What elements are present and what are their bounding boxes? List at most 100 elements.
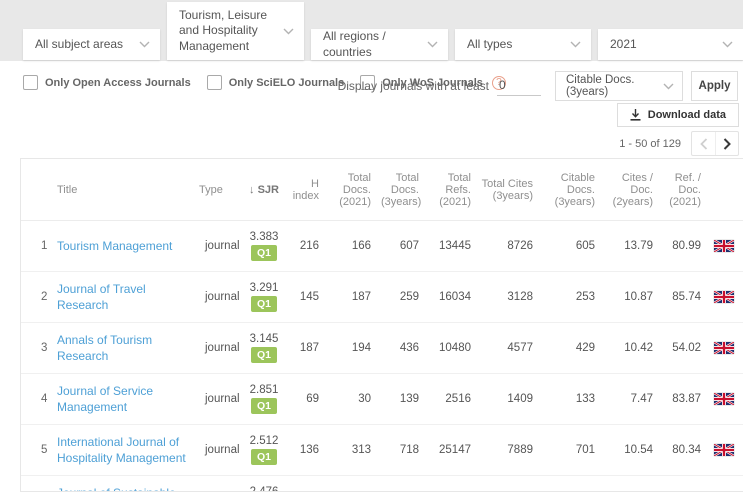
- metric-dropdown-value: Citable Docs. (3years): [566, 74, 635, 98]
- apply-button[interactable]: Apply: [691, 71, 738, 101]
- download-data-button[interactable]: Download data: [616, 103, 739, 127]
- previous-page-button[interactable]: [692, 132, 715, 155]
- sjr-value: 3.291: [249, 282, 279, 294]
- country-flag-uk-icon: [713, 392, 734, 405]
- checkbox-label: Only Open Access Journals: [45, 76, 191, 89]
- country-flag-cell: [711, 424, 743, 476]
- journal-title-cell: Annals of Tourism Research: [55, 322, 197, 374]
- checkbox-box[interactable]: [206, 75, 222, 90]
- chevron-down-icon: [427, 41, 438, 48]
- subject-category-dropdown[interactable]: Tourism, Leisure and Hospitality Managem…: [167, 2, 304, 60]
- citable-docs-3years-cell: 429: [543, 322, 605, 374]
- journal-title-link[interactable]: Annals of Tourism Research: [57, 332, 187, 364]
- rank-cell: 5: [21, 424, 55, 476]
- table-row: 3 Annals of Tourism Research journal 3.1…: [21, 322, 743, 374]
- min-docs-input[interactable]: [497, 76, 541, 96]
- total-docs-3years-cell: 139: [381, 373, 429, 425]
- sjr-value: 3.145: [249, 333, 279, 345]
- filter-bar: All subject areas Tourism, Leisure and H…: [0, 0, 743, 61]
- type-cell: journal: [197, 424, 243, 476]
- country-flag-cell: [711, 220, 743, 272]
- table-row: 1 Tourism Management journal 3.383 Q1 21…: [21, 220, 743, 272]
- type-dropdown[interactable]: All types: [455, 29, 591, 60]
- sjr-cell: 3.145 Q1: [243, 322, 289, 374]
- rank-cell: 1: [21, 220, 55, 272]
- column-header-total_docs_3y[interactable]: Total Docs. (3years): [381, 159, 429, 221]
- total-cites-3years-cell: 3128: [481, 271, 543, 323]
- total-docs-2021-cell: 313: [329, 424, 381, 476]
- refs-per-doc-2021-cell: 80.34: [663, 424, 711, 476]
- citable-docs-3years-cell: 133: [543, 373, 605, 425]
- journal-title-cell: International Journal of Hospitality Man…: [55, 424, 197, 476]
- refs-per-doc-2021-cell: 80.99: [663, 220, 711, 272]
- metric-dropdown[interactable]: Citable Docs. (3years): [555, 71, 683, 101]
- total-docs-3years-cell: 436: [381, 322, 429, 374]
- h-index-cell: 136: [289, 424, 329, 476]
- citable-docs-3years-cell: 426: [543, 475, 605, 491]
- journal-title-link[interactable]: Journal of Sustainable Tourism: [57, 485, 187, 491]
- country-flag-cell: [711, 322, 743, 374]
- sjr-cell: 2.851 Q1: [243, 373, 289, 425]
- chevron-down-icon: [570, 41, 581, 48]
- sjr-value: 2.851: [249, 384, 279, 396]
- sjr-value: 2.512: [249, 435, 279, 447]
- column-header-citable_docs_3y[interactable]: Citable Docs. (3years): [543, 159, 605, 221]
- column-header-refs_per_doc_2021[interactable]: Ref. / Doc. (2021): [663, 159, 711, 221]
- table-row: 6 Journal of Sustainable Tourism journal…: [21, 475, 743, 491]
- quartile-badge: Q1: [250, 398, 277, 414]
- display-min-group: Display journals with at least Citable D…: [338, 71, 738, 101]
- journal-table-body: 1 Tourism Management journal 3.383 Q1 21…: [21, 220, 743, 491]
- year-dropdown-value: 2021: [610, 36, 637, 51]
- column-header-sjr[interactable]: ↓ SJR: [243, 159, 289, 221]
- total-cites-3years-cell: 1409: [481, 373, 543, 425]
- refs-per-doc-2021-cell: 81.58: [663, 475, 711, 491]
- h-index-cell: 187: [289, 322, 329, 374]
- next-page-button[interactable]: [715, 132, 738, 155]
- quartile-badge: Q1: [250, 296, 277, 312]
- download-icon: [630, 109, 641, 121]
- type-cell: journal: [197, 475, 243, 491]
- column-header-cites_per_doc_2y[interactable]: Cites / Doc. (2years): [605, 159, 663, 221]
- journal-title-link[interactable]: Journal of Service Management: [57, 383, 187, 415]
- journal-title-link[interactable]: Journal of Travel Research: [57, 281, 187, 313]
- refs-per-doc-2021-cell: 54.02: [663, 322, 711, 374]
- column-header-total_docs_2021[interactable]: Total Docs. (2021): [329, 159, 381, 221]
- cites-per-doc-2years-cell: 13.79: [605, 220, 663, 272]
- journal-title-link[interactable]: International Journal of Hospitality Man…: [57, 434, 187, 466]
- checkbox-open-access[interactable]: Only Open Access Journals: [23, 75, 191, 90]
- country-flag-cell: [711, 475, 743, 491]
- citable-docs-3years-cell: 701: [543, 424, 605, 476]
- column-header-h_index[interactable]: H index: [289, 159, 329, 221]
- h-index-cell: 145: [289, 271, 329, 323]
- quartile-badge: Q1: [250, 347, 277, 363]
- column-header-total_refs_2021[interactable]: Total Refs. (2021): [429, 159, 481, 221]
- subject-area-dropdown[interactable]: All subject areas: [23, 29, 160, 60]
- journal-title-link[interactable]: Tourism Management: [57, 238, 172, 254]
- rank-cell: 2: [21, 271, 55, 323]
- cites-per-doc-2years-cell: 10.54: [605, 424, 663, 476]
- chevron-down-icon: [283, 28, 294, 34]
- checkbox-scielo[interactable]: Only SciELO Journals: [206, 75, 344, 90]
- total-cites-3years-cell: 4632: [481, 475, 543, 491]
- total-cites-3years-cell: 8726: [481, 220, 543, 272]
- pagination-range: 1 - 50 of 129: [619, 137, 681, 150]
- country-flag-uk-icon: [713, 443, 734, 456]
- sjr-cell: 2.476 Q1: [243, 475, 289, 491]
- checkbox-box[interactable]: [23, 75, 38, 90]
- year-dropdown[interactable]: 2021: [598, 29, 743, 60]
- region-dropdown[interactable]: All regions / countries: [311, 29, 448, 60]
- column-header-title[interactable]: Title: [55, 159, 197, 221]
- cites-per-doc-2years-cell: 10.42: [605, 322, 663, 374]
- journal-title-cell: Journal of Travel Research: [55, 271, 197, 323]
- chevron-left-icon: [699, 137, 707, 150]
- column-header-total_cites_3y[interactable]: Total Cites (3years): [481, 159, 543, 221]
- total-docs-3years-cell: 430: [381, 475, 429, 491]
- total-refs-2021-cell: 13445: [429, 220, 481, 272]
- pagination: 1 - 50 of 129: [619, 131, 739, 156]
- download-data-label: Download data: [647, 109, 726, 121]
- type-cell: journal: [197, 373, 243, 425]
- refs-per-doc-2021-cell: 85.74: [663, 271, 711, 323]
- column-header-type[interactable]: Type: [197, 159, 243, 221]
- refs-per-doc-2021-cell: 83.87: [663, 373, 711, 425]
- secondary-filter-row: Only Open Access Journals Only SciELO Jo…: [0, 68, 743, 104]
